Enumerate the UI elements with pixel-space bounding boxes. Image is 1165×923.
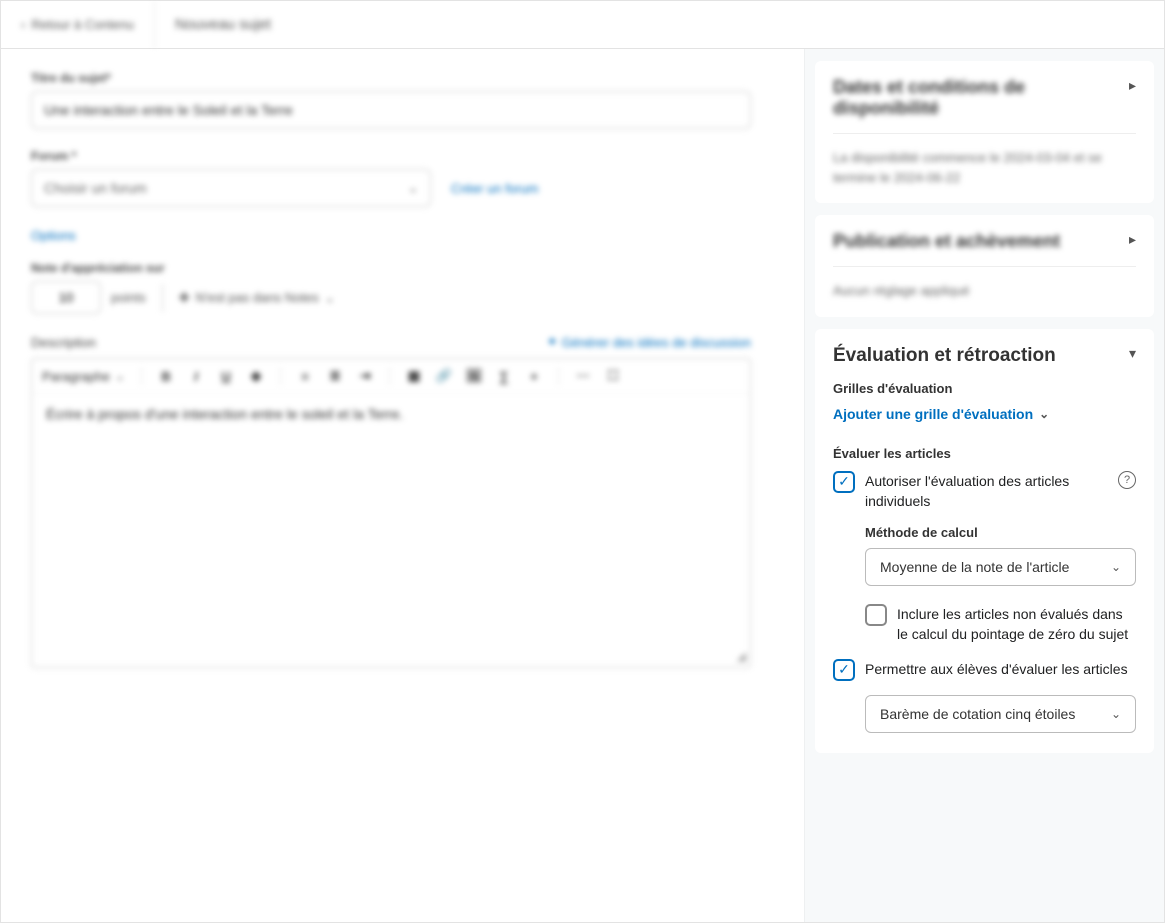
equation-icon[interactable]: ∑: [496, 369, 512, 383]
description-label: Description: [31, 335, 96, 350]
panel-availability-desc: La disponibilité commence le 2024-03-04 …: [833, 148, 1136, 187]
panel-availability-title: Dates et conditions de disponibilité: [833, 77, 1129, 119]
allow-individual-label: Autoriser l'évaluation des articles indi…: [865, 471, 1108, 512]
chevron-down-icon: ⌄: [1111, 707, 1121, 721]
checkbox-include-unrated[interactable]: [865, 604, 887, 626]
resize-handle[interactable]: ◢: [737, 649, 746, 663]
page-title: Nouveau sujet: [175, 16, 271, 33]
align-icon[interactable]: ≡: [297, 369, 313, 383]
rating-scheme-value: Barème de cotation cinq étoiles: [880, 706, 1075, 722]
calc-method-value: Moyenne de la note de l'article: [880, 559, 1069, 575]
title-label: Titre du sujet*: [31, 71, 774, 85]
separator: [141, 367, 142, 385]
forum-select-value: Choisir un forum: [44, 180, 147, 196]
list-icon[interactable]: ≣: [327, 369, 343, 383]
forum-label: Forum *: [31, 149, 774, 163]
sparkle-icon: ✦: [547, 334, 558, 350]
evaluate-articles-label: Évaluer les articles: [833, 446, 1136, 461]
back-link[interactable]: ‹ Retour à Contenu: [21, 1, 155, 48]
chevron-down-icon: ⌄: [1111, 560, 1121, 574]
chevron-right-icon: ▸: [1129, 231, 1136, 248]
more-icon[interactable]: +: [526, 369, 542, 383]
divider: [162, 284, 163, 312]
include-unrated-label: Inclure les articles non évalués dans le…: [897, 604, 1136, 645]
italic-icon[interactable]: I: [188, 369, 204, 383]
create-forum-link[interactable]: Créer un forum: [451, 181, 538, 196]
description-editor: Paragraphe ⌄ B I U ◆ ≡ ≣ ⇥ ▦ 🔗 🖼: [31, 358, 751, 668]
link-icon[interactable]: 🔗: [436, 369, 452, 383]
forum-select[interactable]: Choisir un forum ⌄: [31, 169, 431, 207]
grade-input[interactable]: [31, 281, 101, 314]
separator: [558, 367, 559, 385]
panel-publication[interactable]: Publication et achèvement ▸ Aucun réglag…: [815, 215, 1154, 317]
calc-method-select[interactable]: Moyenne de la note de l'article ⌄: [865, 548, 1136, 586]
indent-icon[interactable]: ⇥: [357, 369, 373, 383]
back-link-label: Retour à Contenu: [31, 17, 134, 32]
chevron-down-icon: ⌄: [115, 369, 125, 383]
image-icon[interactable]: 🖼: [466, 369, 482, 383]
color-icon[interactable]: ◆: [248, 369, 264, 383]
editor-text: Écrire à propos d'une interaction entre …: [46, 406, 403, 422]
separator: [389, 367, 390, 385]
not-in-notes[interactable]: ✚ N'est pas dans Notes ⌄: [179, 290, 335, 306]
editor-content[interactable]: Écrire à propos d'une interaction entre …: [32, 394, 750, 667]
panel-evaluation: Évaluation et rétroaction ▾ Grilles d'év…: [815, 329, 1154, 753]
grade-label: Note d'appréciation sur: [31, 261, 774, 275]
panel-publication-desc: Aucun réglage appliqué: [833, 281, 1136, 301]
chevron-right-icon: ▸: [1129, 77, 1136, 94]
chevron-down-icon: ⌄: [1039, 407, 1049, 421]
panel-availability[interactable]: Dates et conditions de disponibilité ▸ L…: [815, 61, 1154, 203]
calc-method-label: Méthode de calcul: [865, 525, 1136, 540]
separator: [280, 367, 281, 385]
add-grid-link[interactable]: Ajouter une grille d'évaluation ⌄: [833, 406, 1136, 422]
allow-students-label: Permettre aux élèves d'évaluer les artic…: [865, 659, 1136, 679]
options-link[interactable]: Options: [31, 228, 76, 243]
chevron-down-icon: ⌄: [408, 181, 418, 195]
panel-evaluation-title: Évaluation et rétroaction: [833, 345, 1056, 367]
underline-icon[interactable]: U: [218, 369, 234, 383]
chevron-left-icon: ‹: [21, 17, 25, 32]
add-grid-label: Ajouter une grille d'évaluation: [833, 406, 1033, 422]
fullscreen-icon[interactable]: ⛶: [605, 369, 621, 383]
checkbox-allow-individual[interactable]: ✓: [833, 471, 855, 493]
grids-label: Grilles d'évaluation: [833, 381, 1136, 396]
ellipsis-icon[interactable]: ⋯: [575, 369, 591, 383]
not-in-notes-label: N'est pas dans Notes: [196, 290, 319, 305]
points-label: points: [111, 290, 146, 305]
help-icon[interactable]: ?: [1118, 471, 1136, 489]
plus-icon: ✚: [179, 290, 190, 306]
panel-publication-title: Publication et achèvement: [833, 231, 1060, 252]
generate-ideas-link[interactable]: ✦ Générer des idées de discussion: [547, 334, 751, 350]
chevron-down-icon[interactable]: ▾: [1129, 345, 1136, 362]
editor-toolbar: Paragraphe ⌄ B I U ◆ ≡ ≣ ⇥ ▦ 🔗 🖼: [32, 359, 750, 394]
paragraph-select-label: Paragraphe: [42, 369, 110, 384]
chevron-down-icon: ⌄: [325, 291, 335, 305]
insert-icon[interactable]: ▦: [406, 369, 422, 383]
generate-ideas-label: Générer des idées de discussion: [562, 335, 751, 350]
bold-icon[interactable]: B: [158, 369, 174, 383]
checkbox-allow-students[interactable]: ✓: [833, 659, 855, 681]
paragraph-select[interactable]: Paragraphe ⌄: [42, 369, 125, 384]
subject-title-input[interactable]: [31, 91, 751, 129]
rating-scheme-select[interactable]: Barème de cotation cinq étoiles ⌄: [865, 695, 1136, 733]
